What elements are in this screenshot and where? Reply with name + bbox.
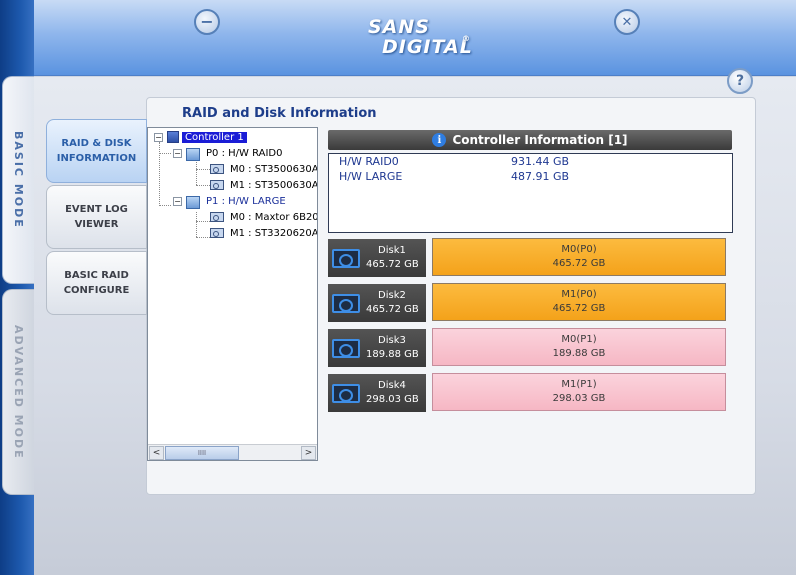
basic-mode-label: BASIC MODE: [12, 131, 25, 229]
array-icon: [186, 147, 200, 161]
nav-basic-raid-configure[interactable]: BASIC RAID CONFIGURE: [46, 251, 147, 315]
member-label: M0(P1): [561, 334, 597, 345]
controller-info-box: H/W RAID0 931.44 GB H/W LARGE 487.91 GB: [328, 153, 733, 233]
disk-size: 465.72 GB: [366, 259, 419, 270]
nav-label: BASIC RAID: [64, 270, 129, 281]
raid-tree-view[interactable]: − Controller 1 − P0 : H/W RAID0 M0 : ST3…: [147, 127, 318, 461]
raid-set-row: H/W LARGE 487.91 GB: [339, 170, 569, 183]
disk-name: Disk3: [378, 335, 406, 346]
member-size: 465.72 GB: [552, 303, 606, 314]
tree-horizontal-scrollbar[interactable]: < IIII >: [148, 444, 317, 460]
disk-member-3[interactable]: M0(P1) 189.88 GB: [432, 328, 726, 366]
disk-icon: [210, 228, 224, 238]
member-size: 189.88 GB: [552, 348, 606, 359]
disk-size: 298.03 GB: [366, 394, 419, 405]
disk-icon: [210, 212, 224, 222]
nav-label: VIEWER: [74, 219, 119, 230]
nav-label: RAID & DISK: [61, 138, 132, 149]
tree-node-p1-m0[interactable]: M0 : Maxtor 6B20: [210, 209, 318, 225]
disk-member-2[interactable]: M1(P0) 465.72 GB: [432, 283, 726, 321]
hard-disk-icon: [332, 384, 360, 403]
page-title: RAID and Disk Information: [182, 106, 377, 121]
member-size: 465.72 GB: [552, 258, 606, 269]
disk-size: 189.88 GB: [366, 349, 419, 360]
disk-size: 465.72 GB: [366, 304, 419, 315]
disk-name: Disk2: [378, 290, 406, 301]
app-header: − SANS DIGITAL ® ✕: [34, 0, 796, 76]
tree-label: M0 : ST3500630A: [230, 163, 318, 175]
disk-tile-2[interactable]: Disk2 465.72 GB: [328, 284, 426, 322]
controller-info-title: Controller Information [1]: [452, 133, 628, 147]
disk-icon: [210, 164, 224, 174]
nav-raid-disk-information[interactable]: RAID & DISK INFORMATION: [46, 119, 147, 183]
array-icon: [186, 195, 200, 209]
raid-set-name: H/W LARGE: [339, 170, 403, 183]
member-size: 298.03 GB: [552, 393, 606, 404]
raid-set-size: 487.91 GB: [511, 170, 570, 183]
tree-label: M1 : ST3320620A: [230, 227, 318, 239]
disk-tile-3[interactable]: Disk3 189.88 GB: [328, 329, 426, 367]
disk-icon: [210, 180, 224, 190]
disk-tile-1[interactable]: Disk1 465.72 GB: [328, 239, 426, 277]
disk-tile-4[interactable]: Disk4 298.03 GB: [328, 374, 426, 412]
tree-label: Controller 1: [182, 131, 247, 143]
disk-member-1[interactable]: M0(P0) 465.72 GB: [432, 238, 726, 276]
raid-set-row: H/W RAID0 931.44 GB: [339, 155, 569, 168]
info-icon: i: [432, 133, 447, 147]
tree-label: M1 : ST3500630A: [230, 179, 318, 191]
scroll-left-icon[interactable]: <: [149, 446, 164, 460]
member-label: M1(P1): [561, 379, 597, 390]
disk-name: Disk4: [378, 380, 406, 391]
tree-node-controller[interactable]: − Controller 1: [154, 129, 247, 145]
tab-advanced-mode[interactable]: ADVANCED MODE: [2, 289, 34, 495]
tree-node-p1-m1[interactable]: M1 : ST3320620A: [210, 225, 318, 241]
minimize-button[interactable]: −: [194, 9, 220, 35]
nav-label: INFORMATION: [56, 153, 137, 164]
nav-event-log-viewer[interactable]: EVENT LOG VIEWER: [46, 185, 147, 249]
tree-node-p0[interactable]: − P0 : H/W RAID0: [173, 145, 285, 161]
hard-disk-icon: [332, 294, 360, 313]
tree-node-p0-m0[interactable]: M0 : ST3500630A: [210, 161, 318, 177]
tree-node-p0-m1[interactable]: M1 : ST3500630A: [210, 177, 318, 193]
collapse-icon[interactable]: −: [173, 196, 182, 206]
raid-set-name: H/W RAID0: [339, 155, 399, 168]
tab-basic-mode[interactable]: BASIC MODE: [2, 76, 34, 284]
member-label: M1(P0): [561, 289, 597, 300]
controller-info-header: i Controller Information [1]: [328, 130, 732, 150]
disk-member-4[interactable]: M1(P1) 298.03 GB: [432, 373, 726, 411]
collapse-icon[interactable]: −: [173, 148, 182, 158]
raid-set-size: 931.44 GB: [511, 155, 570, 168]
member-label: M0(P0): [561, 244, 597, 255]
disk-name: Disk1: [378, 245, 406, 256]
controller-icon: [167, 131, 179, 143]
close-button[interactable]: ✕: [614, 9, 640, 35]
hard-disk-icon: [332, 249, 360, 268]
tree-label: P1 : H/W LARGE: [206, 195, 286, 207]
scroll-thumb[interactable]: IIII: [165, 446, 239, 460]
nav-label: EVENT LOG: [65, 204, 128, 215]
sans-digital-logo: SANS DIGITAL ®: [368, 16, 473, 58]
collapse-icon[interactable]: −: [154, 132, 163, 142]
nav-label: CONFIGURE: [63, 285, 130, 296]
scroll-right-icon[interactable]: >: [301, 446, 316, 460]
tree-node-p1[interactable]: − P1 : H/W LARGE: [173, 193, 289, 209]
advanced-mode-label: ADVANCED MODE: [12, 324, 25, 460]
help-icon[interactable]: ?: [727, 68, 753, 94]
tree-label: P0 : H/W RAID0: [206, 147, 283, 159]
hard-disk-icon: [332, 339, 360, 358]
tree-label: M0 : Maxtor 6B20: [230, 211, 318, 223]
